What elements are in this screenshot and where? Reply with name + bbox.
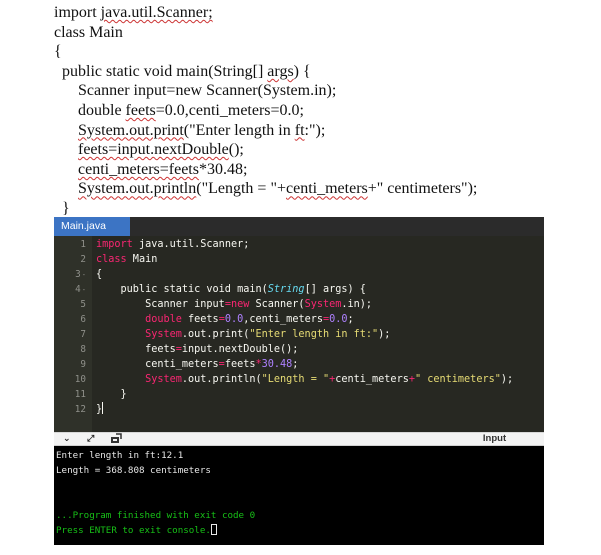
text-cursor xyxy=(102,402,104,414)
doc-line-4: public static void main(String[] args) { xyxy=(54,62,311,80)
line-number-with-fold: 3- xyxy=(54,267,86,283)
code-line-7: System.out.print("Enter length in ft:"); xyxy=(145,329,391,340)
line-number: 10 xyxy=(74,374,86,385)
editor-tab-bar: Main.java xyxy=(54,217,544,236)
console-line: Enter length in ft:12.1 xyxy=(56,450,184,461)
line-number: 2 xyxy=(80,254,86,265)
line-number: 4 xyxy=(75,284,81,295)
online-ide: Main.java 1 2 3- 4- 5 6 7 8 9 10 11 12 i… xyxy=(54,217,544,545)
doc-line-7: System.out.print("Enter length in ft:"); xyxy=(78,121,326,139)
document-code-listing: import java.util.Scanner; class Main { p… xyxy=(54,3,477,238)
output-console[interactable]: Enter length in ft:12.1 Length = 368.808… xyxy=(54,446,544,545)
doc-line-11: } xyxy=(54,199,70,217)
line-number: 6 xyxy=(80,314,86,325)
console-cursor xyxy=(210,524,217,535)
code-line-11: } xyxy=(96,389,127,400)
line-number: 5 xyxy=(80,299,86,310)
line-number-gutter: 1 2 3- 4- 5 6 7 8 9 10 11 12 xyxy=(54,236,92,432)
line-number-with-fold: 4- xyxy=(54,282,86,298)
code-line-5: Scanner input=new Scanner(System.in); xyxy=(96,299,373,310)
tab-input[interactable]: Input xyxy=(445,433,544,446)
console-toolbar: ⌄ ⤢ Input xyxy=(54,432,544,446)
doc-line-8: feets=input.nextDouble(); xyxy=(78,141,244,159)
press-enter-message: Press ENTER to exit console. xyxy=(56,525,211,536)
code-line-3: { xyxy=(96,269,103,280)
line-number: 8 xyxy=(80,344,86,355)
code-line-4: public static void main(String[] args) { xyxy=(96,284,366,295)
tab-main-java[interactable]: Main.java xyxy=(54,217,130,236)
code-editor[interactable]: 1 2 3- 4- 5 6 7 8 9 10 11 12 import java… xyxy=(54,236,544,432)
fold-marker-icon[interactable]: - xyxy=(82,271,86,279)
line-number: 12 xyxy=(74,404,86,415)
line-number: 3 xyxy=(75,269,81,280)
doc-line-10: System.out.println("Length = "+centi_met… xyxy=(78,180,478,198)
doc-line-1: import java.util.Scanner; xyxy=(54,4,213,21)
code-line-10: System.out.println("Length = "+centi_met… xyxy=(145,374,514,385)
line-number: 1 xyxy=(80,239,86,250)
line-number: 9 xyxy=(80,359,86,370)
fold-marker-icon[interactable]: - xyxy=(82,286,86,294)
press-enter-line: Press ENTER to exit console. xyxy=(56,523,217,538)
code-line-8: feets=input.nextDouble(); xyxy=(96,344,299,355)
chevron-down-icon[interactable]: ⌄ xyxy=(63,433,71,445)
doc-line-6: double feets=0.0,centi_meters=0.0; xyxy=(54,101,304,119)
doc-line-5: Scanner input=new Scanner(System.in); xyxy=(54,82,337,100)
code-line-9: centi_meters=feets*30.48; xyxy=(96,359,299,370)
doc-line-9: centi_meters=feets*30.48; xyxy=(78,160,248,178)
console-line: Length = 368.808 centimeters xyxy=(56,465,211,476)
doc-line-3: { xyxy=(54,43,62,61)
code-line-2: class Main xyxy=(96,254,158,265)
expand-icon[interactable]: ⤢ xyxy=(87,433,94,445)
line-number: 7 xyxy=(80,329,86,340)
code-line-6: double feets=0.0,centi_meters=0.0; xyxy=(145,314,354,325)
line-number: 11 xyxy=(74,389,86,400)
doc-line-2: class Main xyxy=(54,23,123,41)
exit-code-message: ...Program finished with exit code 0 xyxy=(56,510,256,521)
code-line-1: import java.util.Scanner; xyxy=(96,239,250,250)
code-line-12: } xyxy=(96,402,104,415)
